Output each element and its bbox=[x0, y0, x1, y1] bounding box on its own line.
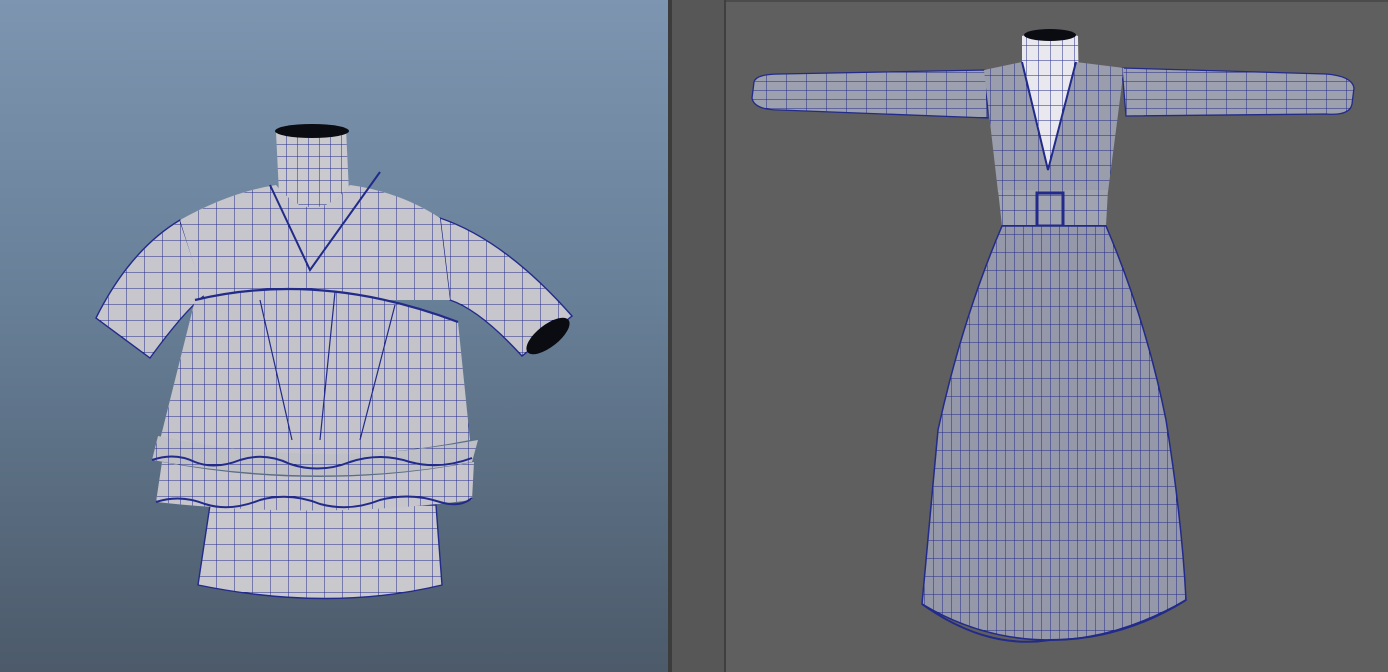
mannequin-hips bbox=[197, 504, 443, 600]
viewport-left[interactable] bbox=[0, 0, 668, 672]
dress-belt bbox=[998, 190, 1108, 228]
dress-sleeve-left bbox=[751, 69, 989, 119]
blouse-bodice bbox=[160, 287, 470, 455]
viewport-right[interactable] bbox=[726, 0, 1388, 672]
dress-skirt bbox=[921, 225, 1187, 643]
dress-mesh-svg[interactable] bbox=[726, 0, 1388, 672]
blouse-sleeve-right bbox=[439, 216, 574, 357]
blouse-mesh-svg[interactable] bbox=[0, 0, 668, 672]
maya-workspace bbox=[0, 0, 1388, 672]
dress-sleeve-right bbox=[1121, 67, 1355, 117]
viewport-gutter bbox=[672, 0, 724, 672]
